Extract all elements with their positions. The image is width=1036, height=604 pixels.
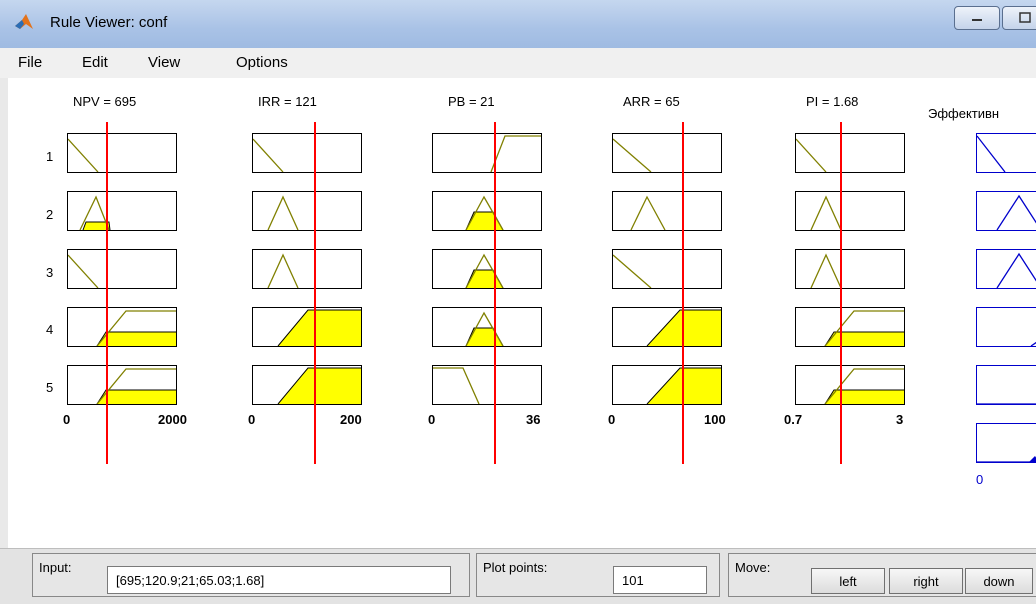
arr-axis-max: 100 xyxy=(704,412,726,427)
pi-axis-min: 0.7 xyxy=(784,412,803,427)
input-title-npv: NPV = 695 xyxy=(73,94,137,109)
rule-4-arr-plot[interactable] xyxy=(612,307,722,347)
rule-4-npv-plot[interactable] xyxy=(67,307,177,347)
output-title: Эффективн xyxy=(928,106,1000,121)
rule-3-pi-plot[interactable] xyxy=(795,249,905,289)
rule-5-arr-plot[interactable] xyxy=(612,365,722,405)
move-right-button[interactable]: right xyxy=(889,568,963,594)
pi-axis-max: 3 xyxy=(896,412,904,427)
rule-2-output-plot[interactable] xyxy=(976,191,1036,231)
arr-input-indicator[interactable] xyxy=(682,122,684,464)
aggregated-output-plot[interactable] xyxy=(976,423,1036,463)
input-title-irr: IRR = 121 xyxy=(258,94,317,109)
minimize-icon xyxy=(972,19,982,21)
rule-3-output-plot[interactable] xyxy=(976,249,1036,289)
move-label: Move: xyxy=(735,560,771,575)
move-down-button[interactable]: down xyxy=(965,568,1033,594)
rule-viewer-window: Rule Viewer: conf File Edit View Options… xyxy=(0,0,1036,604)
plot-points-group: Plot points: 101 xyxy=(476,553,720,597)
menu-options[interactable]: Options xyxy=(236,54,288,71)
input-title-pb: PB = 21 xyxy=(448,94,495,109)
rule-2-pb-plot[interactable] xyxy=(432,191,542,231)
rule-5-pi-plot[interactable] xyxy=(795,365,905,405)
move-left-button[interactable]: left xyxy=(811,568,885,594)
menu-edit[interactable]: Edit xyxy=(82,54,108,71)
rule-4-pi-plot[interactable] xyxy=(795,307,905,347)
rule-1-arr-plot[interactable] xyxy=(612,133,722,173)
irr-input-indicator[interactable] xyxy=(314,122,316,464)
rule-3-irr-plot[interactable] xyxy=(252,249,362,289)
rule-1-npv-plot[interactable] xyxy=(67,133,177,173)
menu-bar: File Edit View Options xyxy=(0,48,1036,78)
pb-axis-max: 36 xyxy=(526,412,541,427)
rule-1-irr-plot[interactable] xyxy=(252,133,362,173)
input-vector-field[interactable]: [695;120.9;21;65.03;1.68] xyxy=(107,566,451,594)
pb-input-indicator[interactable] xyxy=(494,122,496,464)
rule-2-irr-plot[interactable] xyxy=(252,191,362,231)
rule-4-irr-plot[interactable] xyxy=(252,307,362,347)
input-title-pi: PI = 1.68 xyxy=(806,94,859,109)
title-bar[interactable]: Rule Viewer: conf xyxy=(0,0,1036,49)
rule-5-output-plot[interactable] xyxy=(976,365,1036,405)
rule-3-pb-plot[interactable] xyxy=(432,249,542,289)
rule-3-arr-plot[interactable] xyxy=(612,249,722,289)
irr-axis-min: 0 xyxy=(248,412,256,427)
input-label: Input: xyxy=(39,560,72,575)
window-title: Rule Viewer: conf xyxy=(50,14,168,31)
rule-number: 2 xyxy=(46,207,54,222)
pi-input-indicator[interactable] xyxy=(840,122,842,464)
output-axis-min: 0 xyxy=(976,472,984,487)
maximize-icon xyxy=(1019,12,1031,23)
input-title-arr: ARR = 65 xyxy=(623,94,680,109)
arr-axis-min: 0 xyxy=(608,412,616,427)
rule-2-npv-plot[interactable] xyxy=(67,191,177,231)
npv-input-indicator[interactable] xyxy=(106,122,108,464)
plot-points-label: Plot points: xyxy=(483,560,548,575)
rule-5-irr-plot[interactable] xyxy=(252,365,362,405)
rule-number: 3 xyxy=(46,265,54,280)
move-group: Move: left right down xyxy=(728,553,1036,597)
npv-axis-max: 2000 xyxy=(158,412,187,427)
rule-4-output-plot[interactable] xyxy=(976,307,1036,347)
rule-1-output-plot[interactable] xyxy=(976,133,1036,173)
plot-points-field[interactable]: 101 xyxy=(613,566,707,594)
menu-view[interactable]: View xyxy=(148,54,180,71)
rule-3-npv-plot[interactable] xyxy=(67,249,177,289)
pb-axis-min: 0 xyxy=(428,412,436,427)
rule-5-pb-plot[interactable] xyxy=(432,365,542,405)
npv-axis-min: 0 xyxy=(63,412,71,427)
rule-1-pi-plot[interactable] xyxy=(795,133,905,173)
control-panel: Input: [695;120.9;21;65.03;1.68] Plot po… xyxy=(0,548,1036,604)
rule-number: 4 xyxy=(46,322,54,337)
rule-number: 5 xyxy=(46,380,54,395)
input-group: Input: [695;120.9;21;65.03;1.68] xyxy=(32,553,470,597)
rule-4-pb-plot[interactable] xyxy=(432,307,542,347)
rule-1-pb-plot[interactable] xyxy=(432,133,542,173)
irr-axis-max: 200 xyxy=(340,412,362,427)
rule-5-npv-plot[interactable] xyxy=(67,365,177,405)
minimize-button[interactable] xyxy=(954,6,1000,30)
maximize-button[interactable] xyxy=(1002,6,1036,30)
rule-number: 1 xyxy=(46,149,54,164)
menu-file[interactable]: File xyxy=(18,54,42,71)
rule-2-pi-plot[interactable] xyxy=(795,191,905,231)
matlab-logo-icon xyxy=(15,14,33,29)
rule-2-arr-plot[interactable] xyxy=(612,191,722,231)
